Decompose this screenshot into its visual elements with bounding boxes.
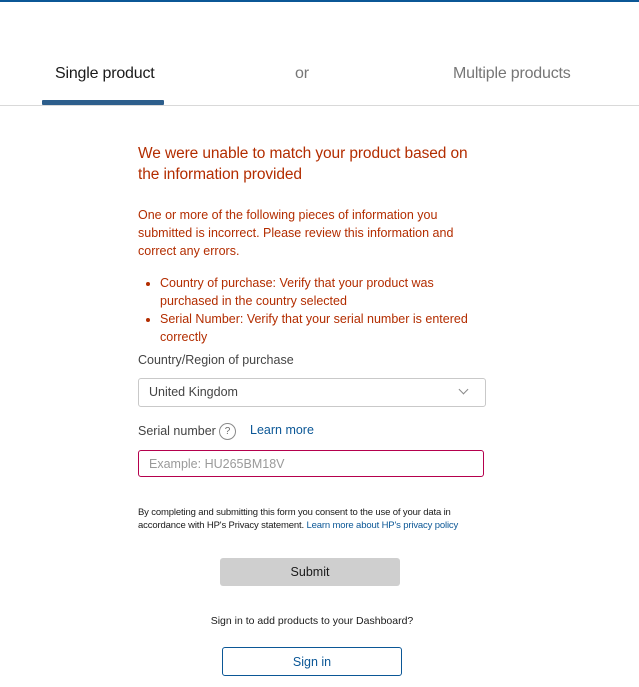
signin-prompt: Sign in to add products to your Dashboar… <box>210 615 414 627</box>
signin-button[interactable]: Sign in <box>222 647 402 676</box>
submit-button[interactable]: Submit <box>220 558 400 586</box>
consent-notice: By completing and submitting this form y… <box>138 506 490 532</box>
chevron-down-icon <box>458 384 469 395</box>
help-icon[interactable]: ? <box>219 423 236 440</box>
tab-multiple-products[interactable]: Multiple products <box>453 65 571 83</box>
error-list-item: Serial Number: Verify that your serial n… <box>160 310 486 346</box>
error-title: We were unable to match your product bas… <box>138 145 468 183</box>
privacy-policy-link[interactable]: Learn more about HP's privacy policy <box>306 520 458 531</box>
tab-single-product[interactable]: Single product <box>55 65 155 83</box>
learn-more-link[interactable]: Learn more <box>250 423 314 437</box>
serial-label-row: Serial number ? Learn more <box>138 423 486 441</box>
top-accent-line <box>0 0 639 2</box>
serial-number-label: Serial number <box>138 424 216 438</box>
error-list: Country of purchase: Verify that your pr… <box>138 274 486 346</box>
active-tab-indicator <box>42 100 164 105</box>
tab-separator-or: or <box>295 65 309 82</box>
error-message-block: We were unable to match your product bas… <box>138 143 486 346</box>
error-description: One or more of the following pieces of i… <box>138 208 454 258</box>
country-select[interactable]: United Kingdom <box>138 378 486 407</box>
country-label: Country/Region of purchase <box>138 353 294 367</box>
error-list-item: Country of purchase: Verify that your pr… <box>160 274 486 310</box>
product-tabs: Single product or Multiple products <box>0 48 639 106</box>
serial-number-input[interactable] <box>138 450 484 477</box>
country-selected-value: United Kingdom <box>149 385 238 399</box>
